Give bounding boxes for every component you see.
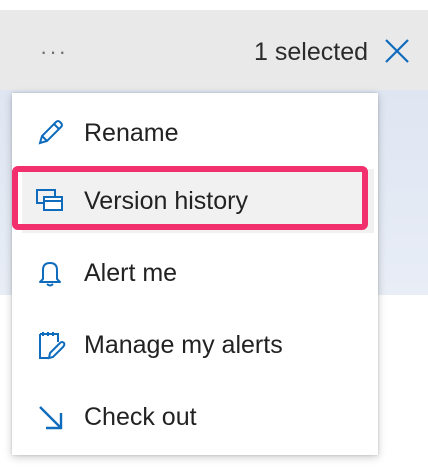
menu-item-label: Manage my alerts	[84, 330, 283, 359]
menu-item-rename[interactable]: Rename	[12, 101, 378, 165]
menu-item-version-history[interactable]: Version history	[22, 169, 374, 233]
selection-count: 1 selected	[254, 38, 368, 66]
menu-item-label: Alert me	[84, 258, 178, 287]
context-menu: Rename Version history Alert me Manage m…	[12, 93, 378, 455]
check-out-arrow-icon	[32, 399, 68, 435]
bell-icon	[32, 255, 68, 291]
ellipsis-icon: ···	[40, 39, 68, 64]
version-history-icon	[32, 183, 68, 219]
pencil-icon	[32, 115, 68, 151]
menu-item-check-out[interactable]: Check out	[12, 385, 378, 449]
manage-alerts-icon	[32, 327, 68, 363]
menu-item-label: Check out	[84, 402, 197, 431]
menu-item-manage-my-alerts[interactable]: Manage my alerts	[12, 313, 378, 377]
menu-item-label: Rename	[84, 118, 179, 147]
command-bar: ··· 1 selected	[0, 10, 428, 90]
menu-item-label: Version history	[84, 186, 248, 215]
close-icon	[385, 39, 409, 63]
clear-selection-button[interactable]	[382, 36, 412, 66]
more-options-button[interactable]: ···	[26, 30, 82, 74]
menu-item-alert-me[interactable]: Alert me	[12, 241, 378, 305]
